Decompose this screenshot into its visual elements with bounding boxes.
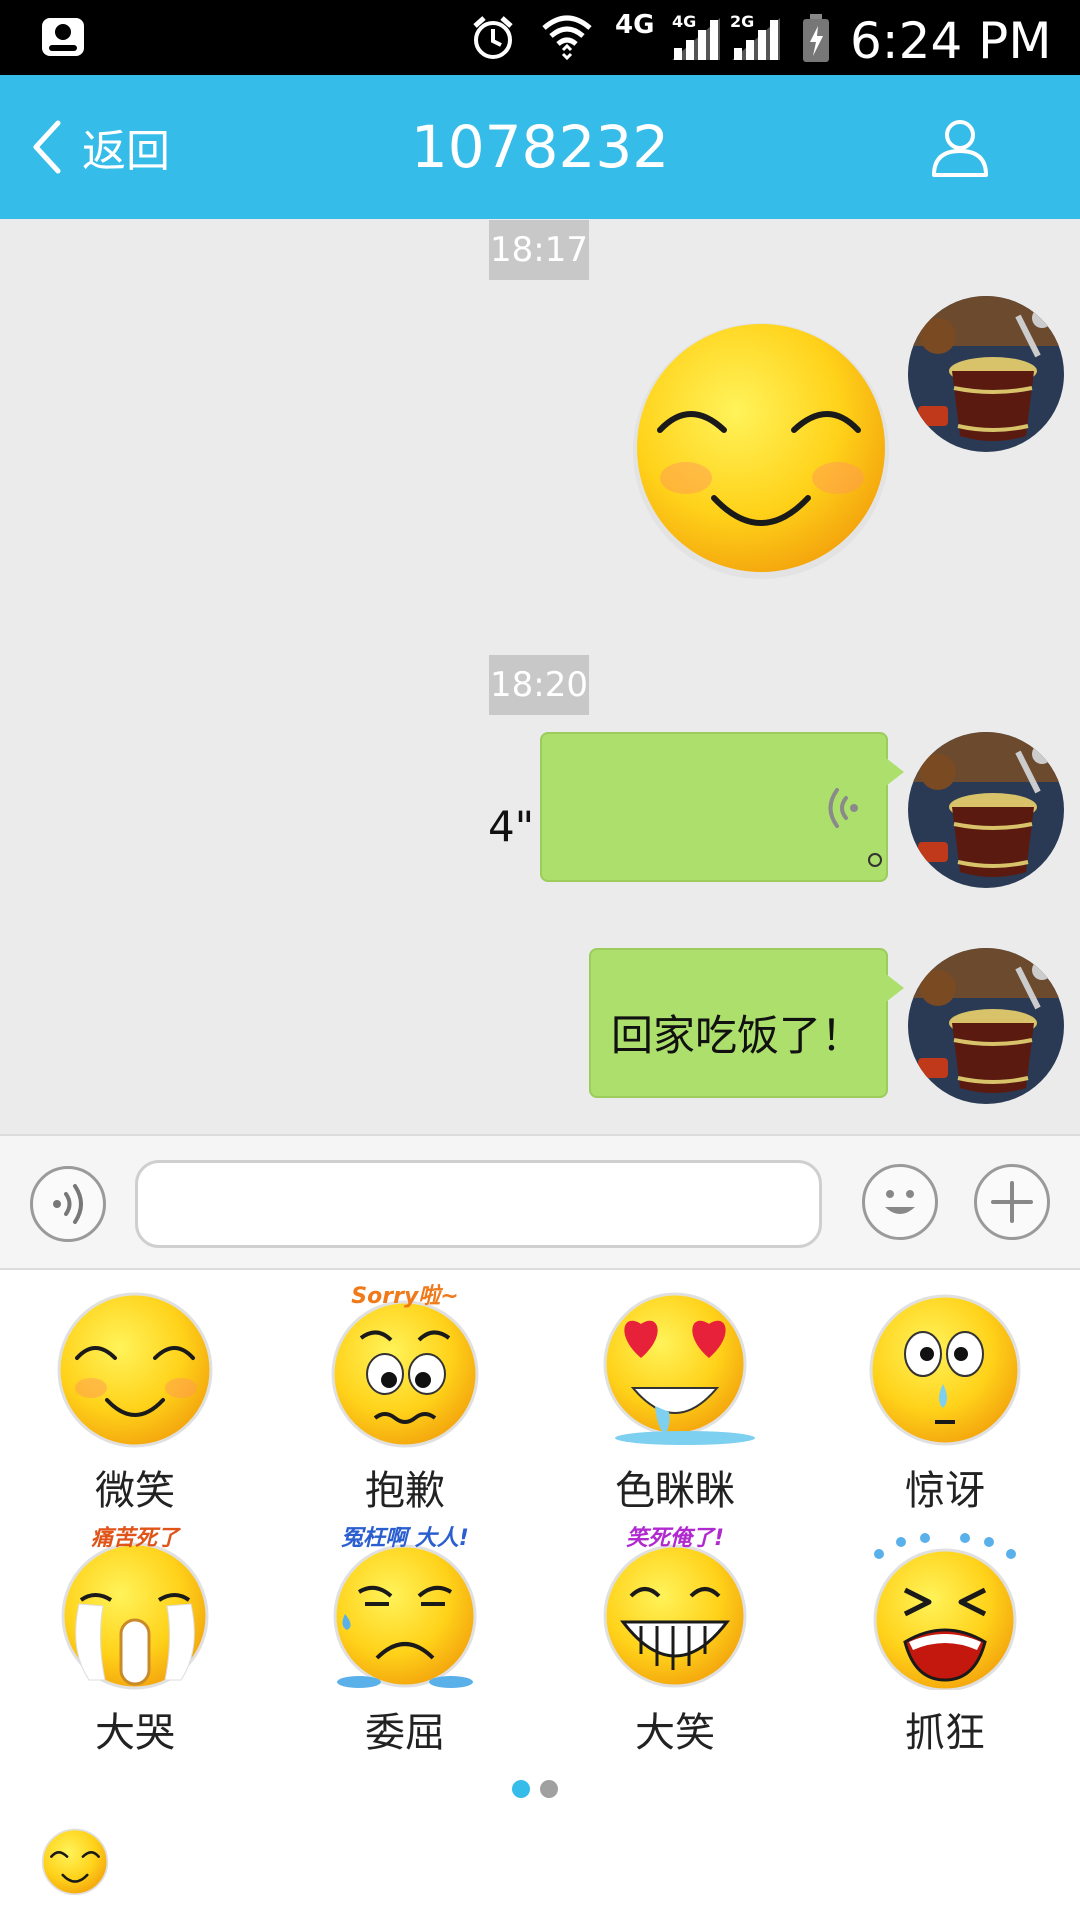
emoji-label: 惊讶 (905, 1468, 985, 1514)
page-indicator-inactive[interactable] (540, 1780, 558, 1798)
page-indicator-active[interactable] (512, 1780, 530, 1798)
voice-toggle-icon (53, 1184, 83, 1224)
emoji-label: 抓狂 (905, 1710, 985, 1756)
emoji-frantic[interactable]: 抓狂 (810, 1520, 1080, 1760)
emoji-label: 委屈 (365, 1710, 445, 1756)
laughing-emoji-icon (603, 1544, 747, 1688)
voice-message-bubble[interactable] (540, 732, 904, 882)
surprised-emoji-icon (869, 1294, 1021, 1446)
voice-wave-icon (828, 788, 858, 828)
smiley-icon (885, 1190, 915, 1214)
more-options-button[interactable] (974, 1164, 1050, 1240)
wifi-icon (542, 15, 592, 61)
smile-emoji-icon (57, 1292, 213, 1448)
smile-sticker-message[interactable] (628, 318, 894, 584)
avatar[interactable] (908, 732, 1064, 888)
signal-strength-icon (672, 18, 720, 60)
avatar[interactable] (908, 296, 1064, 452)
tea-cup-avatar-image (908, 732, 1064, 888)
message-text: 回家吃饭了！ (611, 1011, 864, 1060)
emoji-label: 大哭 (95, 1710, 175, 1756)
emoji-caption: 痛苦死了 (90, 1526, 179, 1551)
emoji-wronged[interactable]: 冤枉啊 大人! 委屈 (270, 1520, 540, 1760)
emoji-crying[interactable]: 痛苦死了 大哭 (0, 1520, 270, 1760)
frantic-emoji-icon (873, 1533, 1017, 1690)
emoji-button[interactable] (862, 1164, 938, 1240)
message-input[interactable] (135, 1160, 822, 1248)
heart-eyes-emoji-icon (603, 1292, 755, 1445)
emoji-label: 抱歉 (365, 1468, 445, 1514)
voice-toggle-button[interactable] (30, 1166, 106, 1242)
signal-strength-icon (732, 18, 780, 60)
clock-time: 6:24 PM (850, 12, 1052, 70)
emoji-label: 色眯眯 (615, 1468, 735, 1514)
emoji-caption: Sorry啦~ (351, 1284, 459, 1309)
sorry-emoji-icon (331, 1300, 479, 1448)
message-timestamp: 18:20 (489, 655, 589, 715)
notification-app-icon (42, 18, 84, 56)
voice-duration: 4" (488, 802, 535, 851)
network-type-label: 4G (615, 10, 655, 40)
wronged-emoji-icon (333, 1544, 477, 1688)
emoji-smile[interactable]: 微笑 (0, 1278, 270, 1518)
status-bar: 4G 4G 2G 6:24 PM (0, 0, 1080, 75)
tea-cup-avatar-image (908, 296, 1064, 452)
chat-header: 返回 1078232 (0, 75, 1080, 219)
emoji-laughing[interactable]: 笑死俺了! 大笑 (540, 1520, 810, 1760)
avatar[interactable] (908, 948, 1064, 1104)
text-message-bubble[interactable]: 回家吃饭了！ (589, 948, 904, 1098)
plus-icon (991, 1181, 1033, 1223)
emoji-surprised[interactable]: 惊讶 (810, 1278, 1080, 1518)
chat-title: 1078232 (410, 113, 670, 181)
emoji-lustful[interactable]: 色眯眯 (540, 1278, 810, 1518)
crying-emoji-icon (61, 1542, 209, 1690)
tea-cup-avatar-image (908, 948, 1064, 1104)
emoji-sorry[interactable]: Sorry啦~ 抱歉 (270, 1278, 540, 1518)
battery-charging-icon (803, 14, 829, 62)
alarm-icon (473, 16, 513, 59)
unread-indicator-icon (868, 853, 882, 867)
person-icon[interactable] (928, 115, 992, 179)
emoji-caption: 笑死俺了! (625, 1526, 725, 1551)
emoji-caption: 冤枉啊 大人! (341, 1526, 469, 1551)
emoji-category-tab[interactable] (40, 1826, 110, 1896)
emoji-panel: 微笑 Sorry啦~ 抱歉 色眯眯 惊讶 痛苦死了 大哭 冤枉啊 大人! 委屈 … (0, 1270, 1080, 1920)
message-timestamp: 18:17 (489, 220, 589, 280)
emoji-label: 大笑 (635, 1710, 715, 1756)
emoji-label: 微笑 (95, 1468, 175, 1514)
input-bar (0, 1134, 1080, 1270)
